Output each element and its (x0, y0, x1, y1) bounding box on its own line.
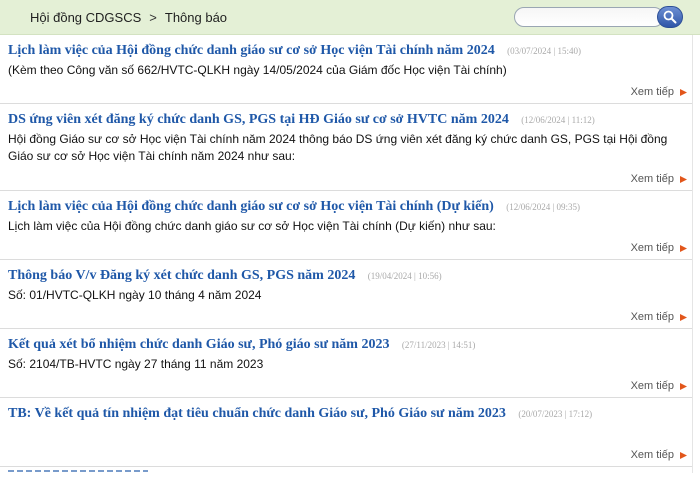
read-more-link[interactable]: Xem tiếp (631, 173, 688, 185)
announcement-description: (Kèm theo Công văn số 662/HVTC-QLKH ngày… (8, 63, 507, 77)
announcement-title[interactable]: Lịch làm việc của Hội đồng chức danh giá… (8, 199, 494, 214)
read-more-label: Xem tiếp (630, 380, 674, 392)
list-item: Thông báo V/v Đăng ký xét chức danh GS, … (0, 260, 692, 329)
arrow-right-icon (680, 175, 687, 183)
search-icon (663, 10, 677, 24)
announcement-description: Số: 01/HVTC-QLKH ngày 10 tháng 4 năm 202… (8, 288, 262, 302)
next-item-title-partial (8, 470, 148, 472)
read-more-link[interactable]: Xem tiếp (631, 242, 688, 254)
read-more-label: Xem tiếp (630, 242, 674, 254)
announcement-description: Lịch làm việc của Hội đồng chức danh giá… (8, 219, 496, 233)
announcement-title[interactable]: TB: Về kết quả tín nhiệm đạt tiêu chuẩn … (8, 406, 506, 421)
search-box (514, 6, 686, 29)
read-more-link[interactable]: Xem tiếp (631, 380, 688, 392)
announcement-list: Lịch làm việc của Hội đồng chức danh giá… (0, 35, 693, 473)
read-more-label: Xem tiếp (630, 311, 674, 323)
arrow-right-icon (680, 88, 687, 96)
arrow-right-icon (680, 244, 687, 252)
arrow-right-icon (680, 313, 687, 321)
breadcrumb-separator: > (149, 10, 157, 25)
announcement-date: (20/07/2023 | 17:12) (518, 409, 593, 419)
announcement-description: Hội đồng Giáo sư cơ sở Học viện Tài chín… (8, 132, 668, 163)
announcement-title[interactable]: DS ứng viên xét đăng ký chức danh GS, PG… (8, 112, 509, 127)
announcement-date: (12/06/2024 | 11:12) (521, 115, 595, 125)
breadcrumb-item-announcements[interactable]: Thông báo (165, 10, 227, 25)
announcement-date: (03/07/2024 | 15:40) (507, 46, 581, 56)
list-item: DS ứng viên xét đăng ký chức danh GS, PG… (0, 104, 692, 191)
read-more-label: Xem tiếp (630, 86, 674, 98)
announcement-date: (27/11/2023 | 14:51) (401, 340, 476, 350)
read-more-label: Xem tiếp (630, 173, 674, 185)
announcement-title[interactable]: Kết quả xét bổ nhiệm chức danh Giáo sư, … (8, 337, 389, 352)
announcement-date: (19/04/2024 | 10:56) (367, 271, 442, 281)
read-more-link[interactable]: Xem tiếp (631, 86, 688, 98)
arrow-right-icon (680, 451, 687, 459)
list-item: Lịch làm việc của Hội đồng chức danh giá… (0, 191, 692, 260)
list-item: TB: Về kết quả tín nhiệm đạt tiêu chuẩn … (0, 398, 692, 467)
arrow-right-icon (680, 382, 687, 390)
next-item-partial (0, 467, 692, 473)
announcement-title[interactable]: Lịch làm việc của Hội đồng chức danh giá… (8, 43, 495, 58)
list-item: Lịch làm việc của Hội đồng chức danh giá… (0, 35, 692, 104)
breadcrumb: Hội đồng CDGSCS > Thông báo (30, 10, 227, 25)
search-button[interactable] (657, 6, 683, 28)
announcement-date: (12/06/2024 | 09:35) (506, 202, 581, 212)
list-item: Kết quả xét bổ nhiệm chức danh Giáo sư, … (0, 329, 692, 398)
read-more-label: Xem tiếp (630, 449, 674, 461)
read-more-link[interactable]: Xem tiếp (631, 449, 688, 461)
search-input[interactable] (514, 7, 664, 27)
read-more-link[interactable]: Xem tiếp (631, 311, 688, 323)
announcement-title[interactable]: Thông báo V/v Đăng ký xét chức danh GS, … (8, 268, 355, 283)
announcement-description: Số: 2104/TB-HVTC ngày 27 tháng 11 năm 20… (8, 357, 264, 371)
breadcrumb-item-council[interactable]: Hội đồng CDGSCS (30, 10, 141, 25)
top-bar: Hội đồng CDGSCS > Thông báo (0, 0, 700, 35)
